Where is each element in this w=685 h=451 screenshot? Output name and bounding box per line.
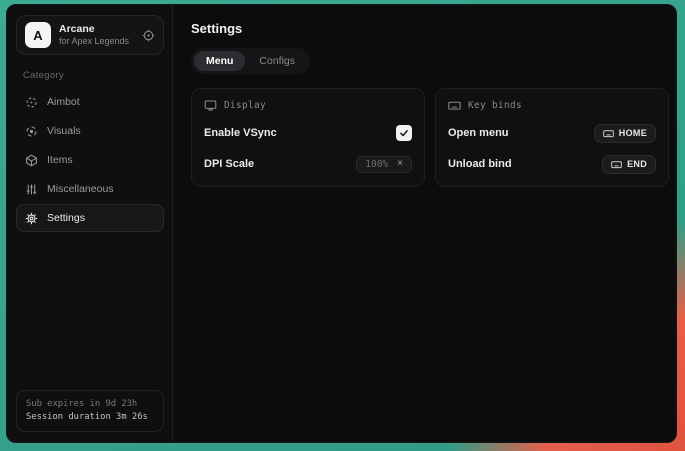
- dpi-scale-value: 100%: [365, 159, 388, 170]
- brand-subtitle: for Apex Legends: [59, 36, 134, 47]
- brand-text: Arcane for Apex Legends: [59, 23, 134, 47]
- sidebar-spacer: [16, 232, 164, 390]
- keybinds-card-header: Key binds: [448, 99, 656, 112]
- session-info-card: Sub expires in 9d 23h Session duration 3…: [16, 390, 164, 432]
- page-title: Settings: [191, 21, 669, 36]
- tab-bar: Menu Configs: [191, 48, 310, 74]
- tab-configs[interactable]: Configs: [247, 51, 307, 71]
- sidebar-nav: Aimbot Visuals Items: [16, 88, 164, 232]
- vsync-row: Enable VSync: [204, 123, 412, 143]
- sidebar-item-label: Miscellaneous: [47, 183, 114, 195]
- keyboard-key-icon: [603, 128, 614, 139]
- dpi-scale-label: DPI Scale: [204, 158, 254, 170]
- brand-card: A Arcane for Apex Legends: [16, 15, 164, 55]
- session-duration-text: Session duration 3m 26s: [26, 411, 154, 424]
- sidebar-item-label: Visuals: [47, 125, 81, 137]
- clear-icon[interactable]: ×: [397, 159, 403, 169]
- sidebar-item-aimbot[interactable]: Aimbot: [16, 88, 164, 116]
- crosshair-icon: [25, 96, 38, 109]
- sidebar-item-items[interactable]: Items: [16, 146, 164, 174]
- unload-bind-label: Unload bind: [448, 158, 512, 170]
- open-menu-row: Open menu HOME: [448, 123, 656, 143]
- open-menu-keybind-button[interactable]: HOME: [594, 124, 656, 143]
- monitor-icon: [204, 99, 217, 112]
- vsync-label: Enable VSync: [204, 127, 277, 139]
- sidebar-item-label: Settings: [47, 212, 85, 224]
- keyboard-key-icon: [611, 159, 622, 170]
- keyboard-icon: [448, 99, 461, 112]
- sidebar-item-visuals[interactable]: Visuals: [16, 117, 164, 145]
- sidebar-item-miscellaneous[interactable]: Miscellaneous: [16, 175, 164, 203]
- unload-bind-keybind-button[interactable]: END: [602, 155, 656, 174]
- display-card-header: Display: [204, 99, 412, 112]
- sliders-icon: [25, 183, 38, 196]
- sidebar-item-label: Items: [47, 154, 73, 166]
- open-menu-label: Open menu: [448, 127, 509, 139]
- open-menu-key: HOME: [619, 128, 647, 138]
- dpi-scale-input[interactable]: 100% ×: [356, 156, 412, 173]
- main-content: Settings Menu Configs Display Enable V: [173, 5, 677, 442]
- package-icon: [25, 154, 38, 167]
- check-icon: [399, 128, 409, 138]
- sub-expiry-text: Sub expires in 9d 23h: [26, 398, 154, 411]
- display-card: Display Enable VSync DPI Scale: [191, 88, 425, 187]
- gear-icon: [25, 212, 38, 225]
- settings-cards: Display Enable VSync DPI Scale: [191, 88, 669, 187]
- display-card-title: Display: [224, 100, 266, 111]
- sidebar: A Arcane for Apex Legends Category: [7, 5, 173, 442]
- brand-name: Arcane: [59, 23, 134, 36]
- unload-bind-key: END: [627, 159, 647, 169]
- keybinds-card-title: Key binds: [468, 100, 522, 111]
- tab-menu[interactable]: Menu: [194, 51, 245, 71]
- category-label: Category: [23, 70, 164, 81]
- keybinds-card: Key binds Open menu HOME Unload bind: [435, 88, 669, 187]
- crosshair-target-icon[interactable]: [142, 29, 155, 42]
- vsync-checkbox[interactable]: [396, 125, 412, 141]
- sidebar-item-settings[interactable]: Settings: [16, 204, 164, 232]
- sidebar-item-label: Aimbot: [47, 96, 80, 108]
- unload-bind-row: Unload bind END: [448, 154, 656, 174]
- eye-scan-icon: [25, 125, 38, 138]
- dpi-scale-row: DPI Scale 100% ×: [204, 154, 412, 174]
- app-window: A Arcane for Apex Legends Category: [6, 4, 677, 443]
- brand-logo: A: [25, 22, 51, 48]
